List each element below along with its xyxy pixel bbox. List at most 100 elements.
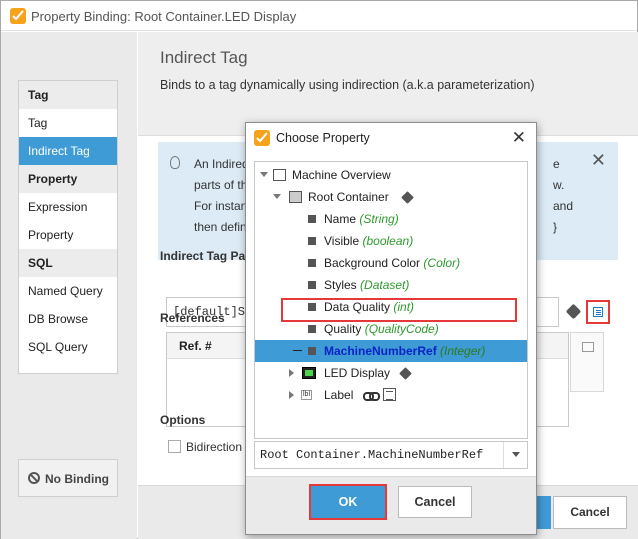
collapsed-arrow-icon[interactable] bbox=[289, 391, 294, 399]
binding-type-pane: Tag Tag Indirect Tag Property Expression… bbox=[1, 32, 137, 539]
info-line: and bbox=[553, 199, 574, 213]
page-subtitle: Binds to a tag dynamically using indirec… bbox=[160, 78, 535, 92]
chevron-down-icon[interactable] bbox=[503, 442, 527, 468]
tree-node-label-component[interactable]: lbl Label bbox=[255, 384, 527, 406]
no-entry-icon bbox=[28, 472, 40, 484]
dialog-title: Choose Property bbox=[276, 131, 370, 145]
property-icon bbox=[308, 347, 316, 355]
window-title: Property Binding: Root Container.LED Dis… bbox=[31, 9, 297, 24]
selected-property-path: Root Container.MachineNumberRef bbox=[260, 448, 484, 462]
info-line: For instan bbox=[194, 199, 248, 213]
document-icon[interactable] bbox=[582, 342, 594, 352]
info-line: then defin bbox=[194, 220, 247, 234]
property-name: Quality bbox=[324, 322, 362, 336]
info-line: } bbox=[553, 220, 558, 234]
tag-icon[interactable] bbox=[565, 303, 582, 320]
tree-node-machine-overview[interactable]: Machine Overview bbox=[255, 164, 527, 186]
expanded-arrow-icon[interactable] bbox=[273, 194, 281, 199]
cancel-button[interactable]: Cancel bbox=[398, 486, 472, 518]
dialog-title-bar: Choose Property ✕ bbox=[246, 123, 536, 153]
property-name: MachineNumberRef bbox=[324, 344, 437, 358]
property-icon bbox=[308, 215, 316, 223]
property-type: (String) bbox=[359, 212, 399, 226]
tree-node-led-display[interactable]: LED Display bbox=[255, 362, 527, 384]
insert-property-button[interactable] bbox=[586, 300, 610, 324]
indirect-tag-path-label: Indirect Tag Pat bbox=[160, 249, 250, 263]
no-binding-label: No Binding bbox=[45, 472, 109, 486]
nav-header-property: Property bbox=[19, 165, 117, 193]
property-type: (QualityCode) bbox=[364, 322, 439, 336]
bidirectional-checkbox[interactable] bbox=[168, 440, 181, 453]
info-line: An Indired bbox=[194, 157, 249, 171]
choose-property-dialog: Choose Property ✕ Machine Overview Root … bbox=[245, 122, 537, 535]
expanded-arrow-icon[interactable] bbox=[260, 172, 268, 177]
tree-connector bbox=[293, 350, 302, 351]
tree-node-property[interactable]: Background Color (Color) bbox=[255, 252, 527, 274]
tree-node-label: LED Display bbox=[324, 366, 391, 380]
bidirectional-label: Bidirection bbox=[186, 440, 243, 454]
tree-node-label: Machine Overview bbox=[292, 168, 391, 182]
property-name: Styles bbox=[324, 278, 357, 292]
tree-node-property[interactable]: Styles (Dataset) bbox=[255, 274, 527, 296]
property-name: Visible bbox=[324, 234, 360, 248]
tree-node-root-container[interactable]: Root Container bbox=[255, 186, 527, 208]
tag-icon bbox=[399, 367, 412, 380]
cancel-button-main[interactable]: Cancel bbox=[553, 496, 627, 529]
property-type: (Integer) bbox=[440, 344, 486, 358]
label-component-icon: lbl bbox=[301, 390, 313, 400]
selected-property-highlight bbox=[281, 298, 517, 322]
tree-node-label: Root Container bbox=[308, 190, 389, 204]
property-type: (boolean) bbox=[362, 234, 414, 248]
tree-node-label: Label bbox=[324, 388, 354, 402]
property-icon bbox=[308, 237, 316, 245]
link-icon bbox=[363, 390, 380, 401]
nav-header-sql: SQL bbox=[19, 249, 117, 277]
led-display-icon bbox=[302, 367, 316, 379]
close-icon[interactable]: ✕ bbox=[512, 128, 526, 148]
nav-item-indirect-tag[interactable]: Indirect Tag bbox=[19, 137, 117, 165]
property-name: Name bbox=[324, 212, 357, 226]
nav-item-property[interactable]: Property bbox=[19, 221, 117, 249]
bidirectional-option[interactable]: Bidirection bbox=[168, 440, 242, 454]
no-binding-button[interactable]: No Binding bbox=[18, 459, 118, 497]
property-list-icon bbox=[593, 307, 603, 317]
binding-type-nav: Tag Tag Indirect Tag Property Expression… bbox=[18, 80, 118, 374]
references-actions bbox=[570, 332, 604, 392]
close-info-icon[interactable]: ✕ bbox=[591, 150, 606, 171]
dialog-button-bar bbox=[246, 476, 536, 534]
container-icon bbox=[289, 191, 302, 203]
references-label: References bbox=[160, 311, 225, 325]
tag-icon bbox=[401, 191, 414, 204]
selected-property-combo[interactable]: Root Container.MachineNumberRef bbox=[254, 441, 528, 469]
lightbulb-icon bbox=[170, 156, 180, 169]
page-title: Indirect Tag bbox=[160, 48, 248, 67]
window-title-bar: Property Binding: Root Container.LED Dis… bbox=[1, 1, 637, 31]
info-line: e bbox=[553, 157, 560, 171]
property-type: (Dataset) bbox=[360, 278, 410, 292]
property-icon bbox=[308, 325, 316, 333]
info-text-right: e w. and } bbox=[553, 154, 573, 238]
window-icon bbox=[273, 169, 286, 181]
nav-item-sql-query[interactable]: SQL Query bbox=[19, 333, 117, 361]
nav-header-tag: Tag bbox=[19, 81, 117, 109]
ok-button[interactable]: OK bbox=[309, 484, 387, 520]
tree-node-property[interactable]: Name (String) bbox=[255, 208, 527, 230]
nav-item-expression[interactable]: Expression bbox=[19, 193, 117, 221]
property-icon bbox=[308, 259, 316, 267]
nav-item-named-query[interactable]: Named Query bbox=[19, 277, 117, 305]
info-line: parts of th bbox=[194, 178, 248, 192]
tree-node-property[interactable]: Visible (boolean) bbox=[255, 230, 527, 252]
ignition-app-icon bbox=[254, 130, 270, 146]
property-type: (Color) bbox=[423, 256, 461, 270]
info-line: w. bbox=[553, 178, 565, 192]
property-name: Background Color bbox=[324, 256, 421, 270]
property-icon bbox=[308, 281, 316, 289]
tree-node-machine-number-ref[interactable]: MachineNumberRef (Integer) bbox=[255, 340, 527, 362]
info-text-left: An Indired parts of th For instan then d… bbox=[194, 154, 249, 238]
ignition-app-icon bbox=[10, 8, 26, 24]
nav-item-db-browse[interactable]: DB Browse bbox=[19, 305, 117, 333]
content-header: Indirect Tag Binds to a tag dynamically … bbox=[138, 32, 638, 136]
collapsed-arrow-icon[interactable] bbox=[289, 369, 294, 377]
binding-icon bbox=[383, 388, 396, 401]
nav-item-tag[interactable]: Tag bbox=[19, 109, 117, 137]
